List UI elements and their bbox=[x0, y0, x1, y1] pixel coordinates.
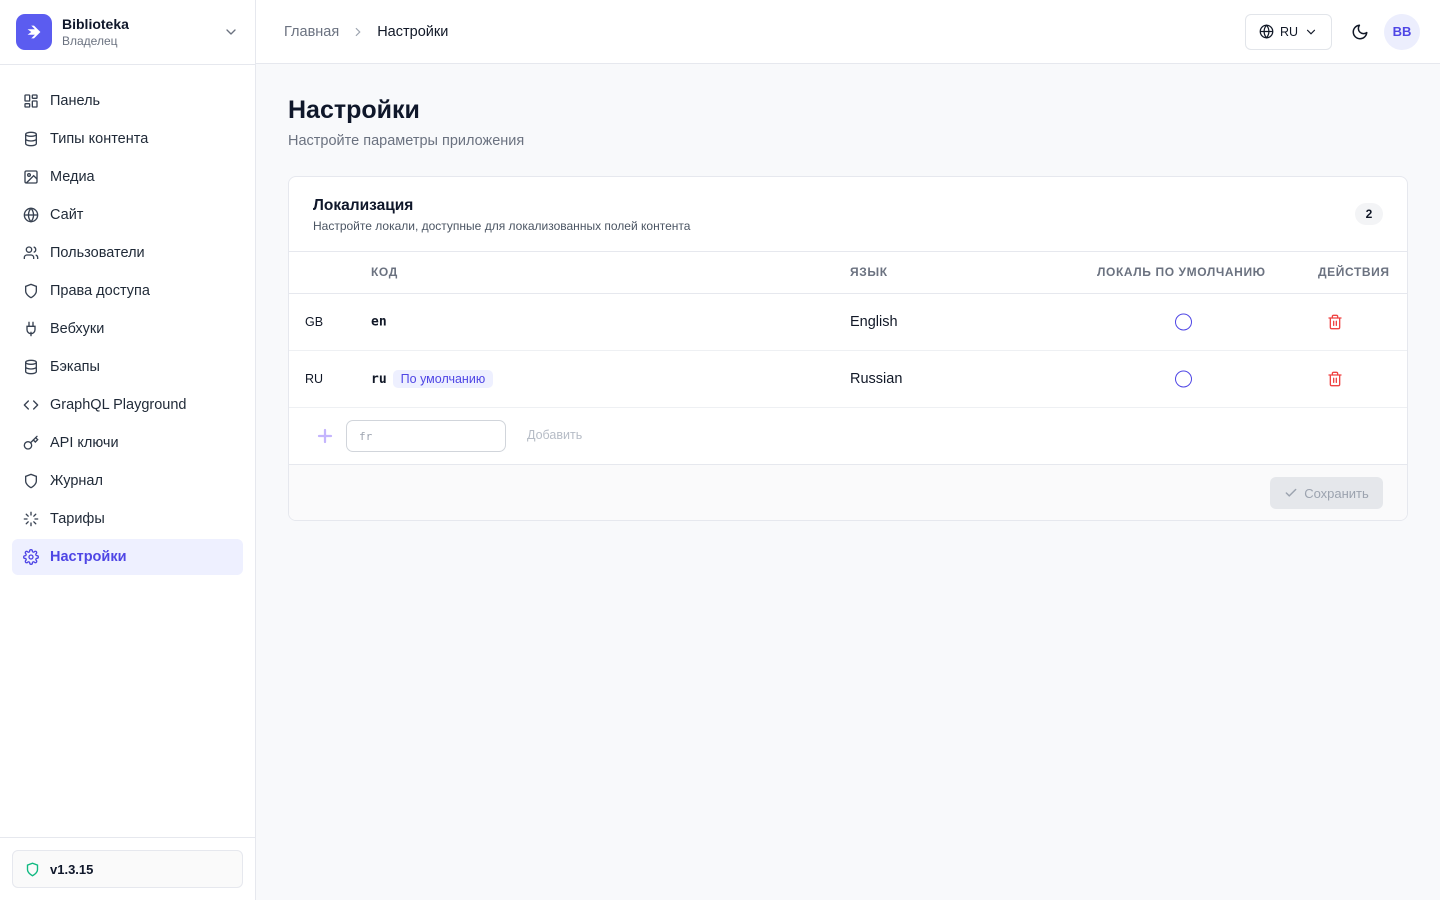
globe-icon bbox=[1259, 24, 1274, 39]
chevron-down-icon bbox=[226, 29, 236, 35]
sidebar-item-label: Настройки bbox=[50, 549, 127, 565]
sidebar-item-permissions[interactable]: Права доступа bbox=[12, 273, 243, 309]
sidebar-item-label: Типы контента bbox=[50, 131, 149, 147]
sidebar-item-plans[interactable]: Тарифы bbox=[12, 501, 243, 537]
flag-label: RU bbox=[305, 372, 324, 386]
sidebar-item-label: Панель bbox=[50, 93, 101, 109]
users-icon bbox=[23, 246, 39, 259]
card-description: Настройте локали, доступные для локализо… bbox=[313, 219, 691, 233]
sidebar-item-site[interactable]: Сайт bbox=[12, 197, 243, 233]
sidebar-item-media[interactable]: Медиа bbox=[12, 159, 243, 195]
card-header: Локализация Настройте локали, доступные … bbox=[289, 177, 1407, 252]
sidebar-nav: Панель Типы контента Медиа Сайт Пользова… bbox=[0, 65, 255, 595]
card-footer: Сохранить bbox=[289, 465, 1407, 520]
workspace-name: Biblioteka bbox=[62, 16, 129, 32]
gear-icon bbox=[23, 549, 39, 565]
trash-icon[interactable] bbox=[1327, 314, 1343, 330]
sidebar-item-webhooks[interactable]: Вебхуки bbox=[12, 311, 243, 347]
key-icon bbox=[23, 435, 39, 450]
language-select[interactable]: RU bbox=[1245, 13, 1332, 50]
default-locale-radio[interactable] bbox=[1175, 313, 1192, 331]
locale-count-badge: 2 bbox=[1355, 203, 1383, 225]
sidebar-item-graphql[interactable]: GraphQL Playground bbox=[12, 387, 243, 423]
plus-icon bbox=[317, 428, 333, 444]
add-locale-row: Добавить bbox=[289, 408, 1407, 465]
sidebar-item-label: Бэкапы bbox=[50, 359, 100, 375]
table-row: RU ru По умолчанию Russian bbox=[289, 351, 1407, 408]
moon-icon bbox=[1352, 24, 1368, 39]
brand-logo-icon bbox=[16, 14, 52, 50]
page-subtitle: Настройте параметры приложения bbox=[288, 133, 525, 149]
version-badge: v1.3.15 bbox=[12, 850, 243, 888]
shield-icon bbox=[25, 473, 37, 489]
page-title: Настройки bbox=[288, 96, 420, 124]
column-header-default: ЛОКАЛЬ ПО УМОЛЧАНИЮ bbox=[1097, 265, 1266, 279]
table-header: КОД ЯЗЫК ЛОКАЛЬ ПО УМОЛЧАНИЮ ДЕЙСТВИЯ bbox=[289, 252, 1407, 294]
sidebar-item-label: Медиа bbox=[50, 169, 95, 185]
sidebar-item-api-keys[interactable]: API ключи bbox=[12, 425, 243, 461]
locale-code-text: en bbox=[371, 314, 387, 330]
code-icon bbox=[23, 400, 39, 410]
version-label: v1.3.15 bbox=[50, 861, 94, 877]
breadcrumb: Главная Настройки bbox=[284, 24, 1245, 40]
locale-code: ru По умолчанию bbox=[371, 370, 494, 388]
add-locale-button[interactable]: Добавить bbox=[527, 428, 582, 442]
database-icon bbox=[25, 131, 37, 147]
trash-icon[interactable] bbox=[1327, 371, 1343, 387]
shield-check-icon bbox=[26, 862, 39, 877]
save-button[interactable]: Сохранить bbox=[1270, 477, 1383, 509]
sidebar-item-label: API ключи bbox=[50, 435, 119, 451]
sidebar-item-journal[interactable]: Журнал bbox=[12, 463, 243, 499]
sidebar-item-users[interactable]: Пользователи bbox=[12, 235, 243, 271]
sidebar-item-label: Вебхуки bbox=[50, 321, 105, 337]
theme-toggle-button[interactable] bbox=[1346, 18, 1374, 46]
database-icon bbox=[25, 359, 37, 375]
sidebar-item-backups[interactable]: Бэкапы bbox=[12, 349, 243, 385]
sidebar-item-label: Тарифы bbox=[50, 511, 105, 527]
default-locale-radio[interactable] bbox=[1175, 370, 1192, 388]
sidebar-item-content-types[interactable]: Типы контента bbox=[12, 121, 243, 157]
workspace-switcher[interactable]: Biblioteka Владелец bbox=[0, 0, 255, 65]
sidebar-item-label: Пользователи bbox=[50, 245, 145, 261]
sidebar-item-label: Сайт bbox=[50, 207, 84, 223]
sidebar-item-settings[interactable]: Настройки bbox=[12, 539, 243, 575]
sidebar-item-label: GraphQL Playground bbox=[50, 397, 187, 413]
locale-language: English bbox=[850, 314, 898, 330]
sidebar-item-label: Права доступа bbox=[50, 283, 150, 299]
shield-icon bbox=[25, 283, 37, 299]
locale-code-input[interactable] bbox=[346, 420, 506, 452]
locale-code: en bbox=[371, 315, 387, 330]
globe-icon bbox=[23, 207, 39, 223]
table-row: GB en English bbox=[289, 294, 1407, 351]
check-icon bbox=[1285, 488, 1297, 497]
card-title: Локализация bbox=[313, 197, 414, 214]
localization-card: Локализация Настройте локали, доступные … bbox=[288, 176, 1408, 521]
default-badge: По умолчанию bbox=[392, 370, 494, 388]
sidebar-footer: v1.3.15 bbox=[0, 837, 255, 900]
image-icon bbox=[24, 170, 38, 184]
top-header: Главная Настройки RU BB bbox=[256, 0, 1440, 64]
user-avatar[interactable]: BB bbox=[1384, 13, 1420, 50]
column-header-language: ЯЗЫК bbox=[850, 265, 888, 279]
sidebar-item-dashboard[interactable]: Панель bbox=[12, 83, 243, 119]
plug-icon bbox=[26, 321, 36, 337]
chevron-down-icon bbox=[1306, 29, 1316, 35]
sidebar-item-label: Журнал bbox=[50, 473, 103, 489]
column-header-code: КОД bbox=[371, 265, 398, 279]
workspace-role: Владелец bbox=[62, 34, 118, 48]
breadcrumb-home-link[interactable]: Главная bbox=[284, 24, 339, 40]
save-button-label: Сохранить bbox=[1304, 485, 1369, 501]
breadcrumb-current: Настройки bbox=[377, 23, 449, 40]
flag-label: GB bbox=[305, 315, 324, 329]
dashboard-icon bbox=[24, 94, 38, 108]
sidebar: Biblioteka Владелец Панель Типы контента… bbox=[0, 0, 256, 900]
loader-icon bbox=[23, 511, 39, 527]
locale-language: Russian bbox=[850, 371, 903, 387]
chevron-right-icon bbox=[355, 27, 361, 36]
locale-code-text: ru bbox=[371, 371, 387, 387]
language-code: RU bbox=[1279, 24, 1299, 39]
column-header-actions: ДЕЙСТВИЯ bbox=[1318, 265, 1390, 279]
